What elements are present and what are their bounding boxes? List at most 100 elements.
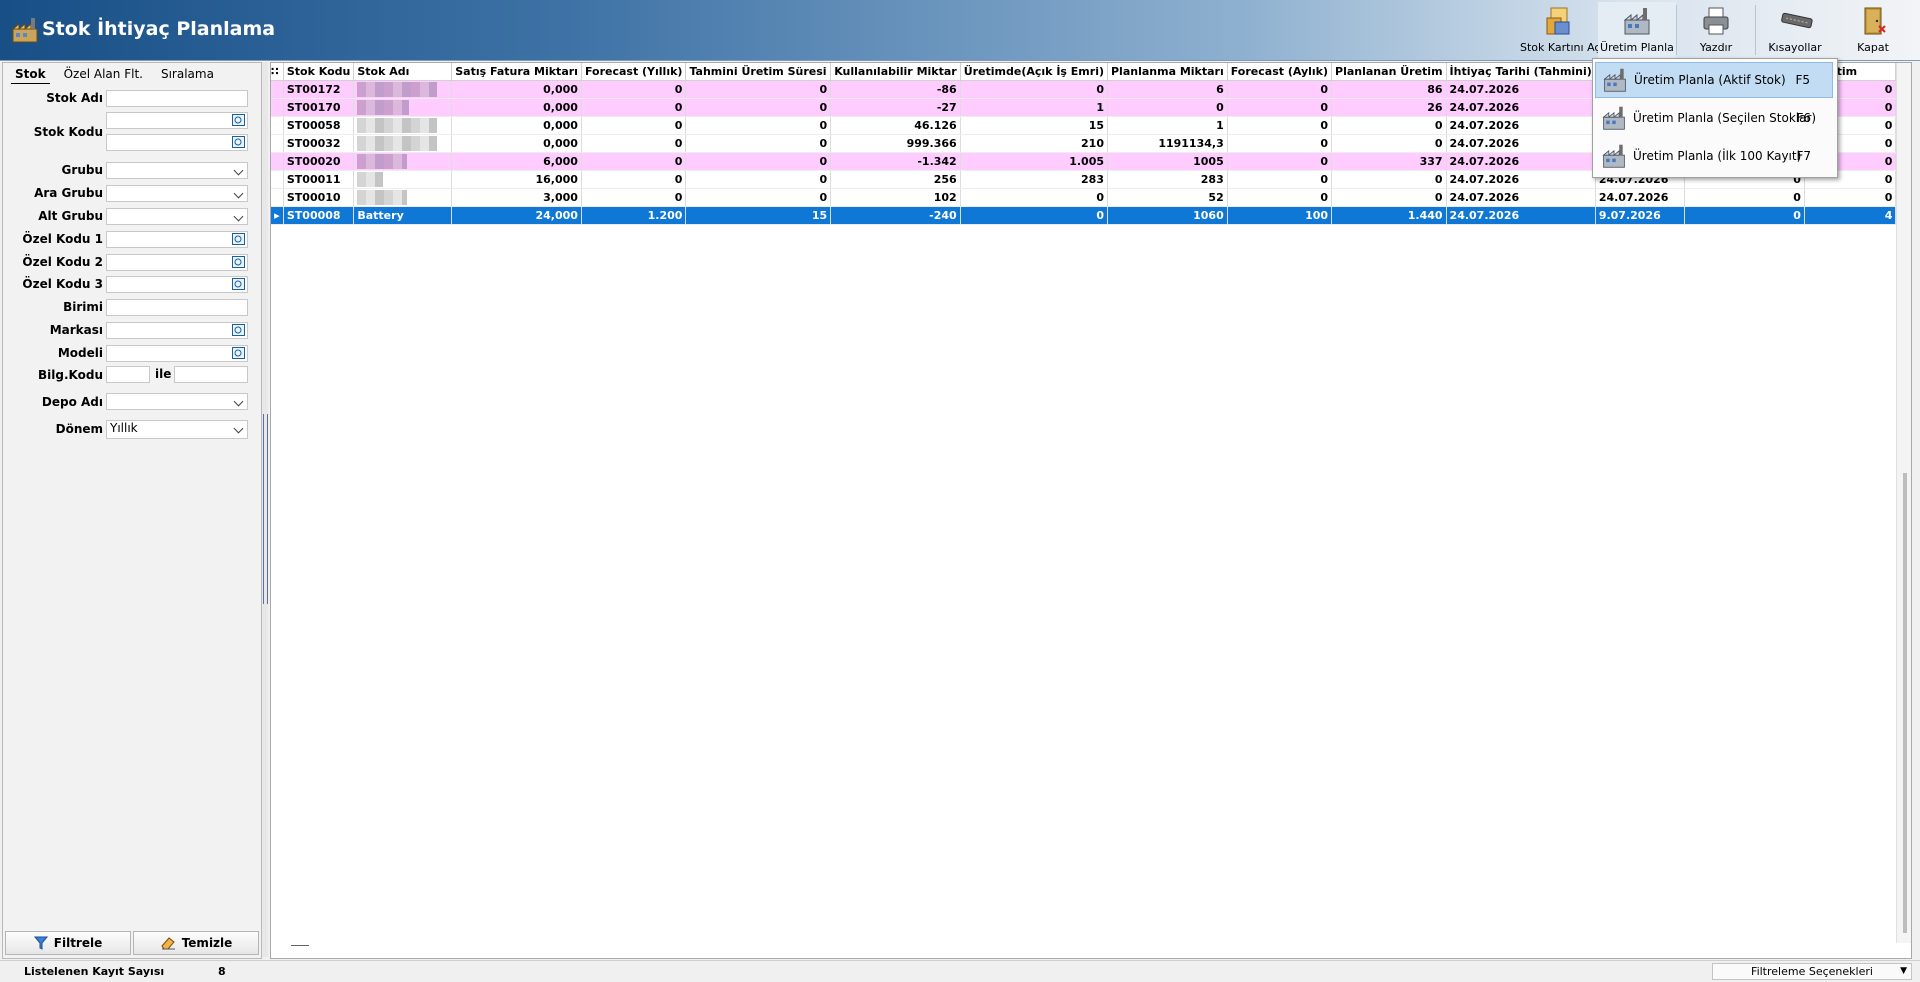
table-cell[interactable]: -1.342 <box>830 152 961 171</box>
ara-grubu-select[interactable] <box>106 185 248 202</box>
menu-item-production-plan-3[interactable]: Üretim Planla (İlk 100 Kayıt) F7 <box>1595 138 1833 174</box>
table-cell[interactable]: 0 <box>1227 152 1333 171</box>
table-cell[interactable]: 0 <box>581 116 687 135</box>
table-cell[interactable]: 1191134,3 <box>1107 134 1228 153</box>
tab-stok[interactable]: Stok <box>11 65 50 84</box>
table-cell[interactable]: 0 <box>1227 170 1333 189</box>
table-cell[interactable] <box>353 152 453 171</box>
table-cell[interactable]: 1060 <box>1107 206 1228 225</box>
donem-select[interactable]: Yıllık <box>106 420 248 439</box>
table-cell[interactable]: 24.07.2026 <box>1446 80 1596 99</box>
stok-kodu-to-input[interactable] <box>106 134 248 151</box>
table-cell[interactable]: 0 <box>685 134 832 153</box>
table-cell[interactable]: 0 <box>1331 188 1447 207</box>
table-cell[interactable]: 0 <box>685 170 832 189</box>
tab-siralama[interactable]: Sıralama <box>157 65 218 84</box>
column-header[interactable]: Tahmini Üretim Süresi <box>685 63 832 81</box>
table-cell[interactable]: 1.005 <box>960 152 1109 171</box>
ozel-kodu-1-input[interactable] <box>106 231 248 248</box>
lookup-icon[interactable] <box>232 278 245 290</box>
table-cell[interactable] <box>353 98 453 117</box>
filter-options-dropdown[interactable]: Filtreleme Seçenekleri <box>1712 963 1912 980</box>
table-cell[interactable]: 24.07.2026 <box>1446 206 1596 225</box>
table-cell[interactable]: 86 <box>1331 80 1447 99</box>
shortcuts-button[interactable]: Kısayollar <box>1756 2 1834 58</box>
tab-ozel-alan[interactable]: Özel Alan Flt. <box>60 65 147 84</box>
lookup-icon[interactable] <box>232 324 245 336</box>
panel-splitter[interactable] <box>262 62 268 957</box>
splitter-handle[interactable] <box>263 414 268 604</box>
table-cell[interactable] <box>353 188 453 207</box>
table-cell[interactable]: 9.07.2026 <box>1595 206 1686 225</box>
table-cell[interactable]: ST00020 <box>283 152 355 171</box>
table-cell[interactable] <box>353 116 453 135</box>
table-cell[interactable]: 6 <box>1107 80 1228 99</box>
table-cell[interactable]: 1.440 <box>1331 206 1447 225</box>
table-row[interactable]: ST00010 3,000 0 0 102 0 52 0 0 24.07.2026 24.07.20… <box>271 188 1911 207</box>
table-cell[interactable]: 1.200 <box>581 206 687 225</box>
table-cell[interactable]: 100 <box>1227 206 1333 225</box>
alt-grubu-select[interactable] <box>106 208 248 225</box>
table-cell[interactable]: ST00032 <box>283 134 355 153</box>
table-cell[interactable]: 0 <box>1107 98 1228 117</box>
table-cell[interactable]: 1 <box>1107 116 1228 135</box>
table-cell[interactable]: 0 <box>581 152 687 171</box>
table-cell[interactable]: 0,000 <box>451 134 582 153</box>
column-header[interactable]: Forecast (Aylık) <box>1227 63 1333 81</box>
table-cell[interactable]: 0,000 <box>451 116 582 135</box>
column-header[interactable]: Planlanan Üretim <box>1331 63 1447 81</box>
column-header[interactable]: Kullanılabilir Miktar <box>830 63 961 81</box>
table-cell[interactable]: 0 <box>685 80 832 99</box>
filter-button[interactable]: Filtrele <box>5 931 131 955</box>
table-cell[interactable]: 102 <box>830 188 961 207</box>
table-cell[interactable]: 0 <box>685 116 832 135</box>
column-header[interactable]: İhtiyaç Tarihi (Tahmini) <box>1446 63 1596 81</box>
lookup-icon[interactable] <box>232 136 245 148</box>
table-cell[interactable]: 256 <box>830 170 961 189</box>
table-cell[interactable]: 0 <box>1227 116 1333 135</box>
table-cell[interactable]: 0 <box>960 206 1109 225</box>
table-cell[interactable]: 24.07.2026 <box>1446 152 1596 171</box>
table-cell[interactable]: 0 <box>1227 188 1333 207</box>
lookup-icon[interactable] <box>232 256 245 268</box>
table-cell[interactable]: 24.07.2026 <box>1446 170 1596 189</box>
menu-item-production-plan-1[interactable]: Üretim Planla (Aktif Stok) F5 <box>1595 62 1833 98</box>
ozel-kodu-3-input[interactable] <box>106 276 248 293</box>
table-cell[interactable]: 3,000 <box>451 188 582 207</box>
table-cell[interactable]: 1 <box>960 98 1109 117</box>
table-cell[interactable]: 999.366 <box>830 134 961 153</box>
table-cell[interactable] <box>353 170 453 189</box>
table-cell[interactable]: 210 <box>960 134 1109 153</box>
table-cell[interactable]: 26 <box>1331 98 1447 117</box>
table-cell[interactable]: ST00172 <box>283 80 355 99</box>
table-cell[interactable]: 24.07.2026 <box>1446 116 1596 135</box>
birimi-input[interactable] <box>106 299 248 316</box>
column-header[interactable]: Stok Adı <box>353 63 453 81</box>
table-cell[interactable]: 0 <box>960 188 1109 207</box>
table-cell[interactable]: 0 <box>685 152 832 171</box>
table-cell[interactable]: Battery <box>353 206 453 225</box>
table-cell[interactable]: 24.07.2026 <box>1595 188 1686 207</box>
table-cell[interactable] <box>353 80 453 99</box>
stok-adi-input[interactable] <box>106 90 248 107</box>
table-cell[interactable]: 0 <box>960 80 1109 99</box>
table-cell[interactable]: ST00058 <box>283 116 355 135</box>
table-cell[interactable]: ST00011 <box>283 170 355 189</box>
table-cell[interactable]: 283 <box>1107 170 1228 189</box>
menu-item-production-plan-2[interactable]: Üretim Planla (Seçilen Stoklar) F6 <box>1595 100 1833 136</box>
table-row[interactable]: ▸ ST00008 Battery 24,000 1.200 15 -240 0 1060 100… <box>271 206 1911 225</box>
depo-adi-select[interactable] <box>106 393 248 410</box>
lookup-icon[interactable] <box>232 347 245 359</box>
table-cell[interactable]: 0 <box>1227 98 1333 117</box>
table-cell[interactable]: 6,000 <box>451 152 582 171</box>
table-cell[interactable]: 0 <box>581 80 687 99</box>
production-plan-button[interactable]: Üretim Planla <box>1598 2 1676 58</box>
table-cell[interactable]: 0 <box>1684 188 1805 207</box>
table-cell[interactable]: -240 <box>830 206 961 225</box>
modeli-input[interactable] <box>106 345 248 362</box>
table-cell[interactable]: 24.07.2026 <box>1446 188 1596 207</box>
ozel-kodu-2-input[interactable] <box>106 254 248 271</box>
table-cell[interactable]: 24.07.2026 <box>1446 98 1596 117</box>
stock-card-button[interactable]: Stok Kartını Aç <box>1520 2 1600 58</box>
table-cell[interactable]: 0 <box>1331 116 1447 135</box>
